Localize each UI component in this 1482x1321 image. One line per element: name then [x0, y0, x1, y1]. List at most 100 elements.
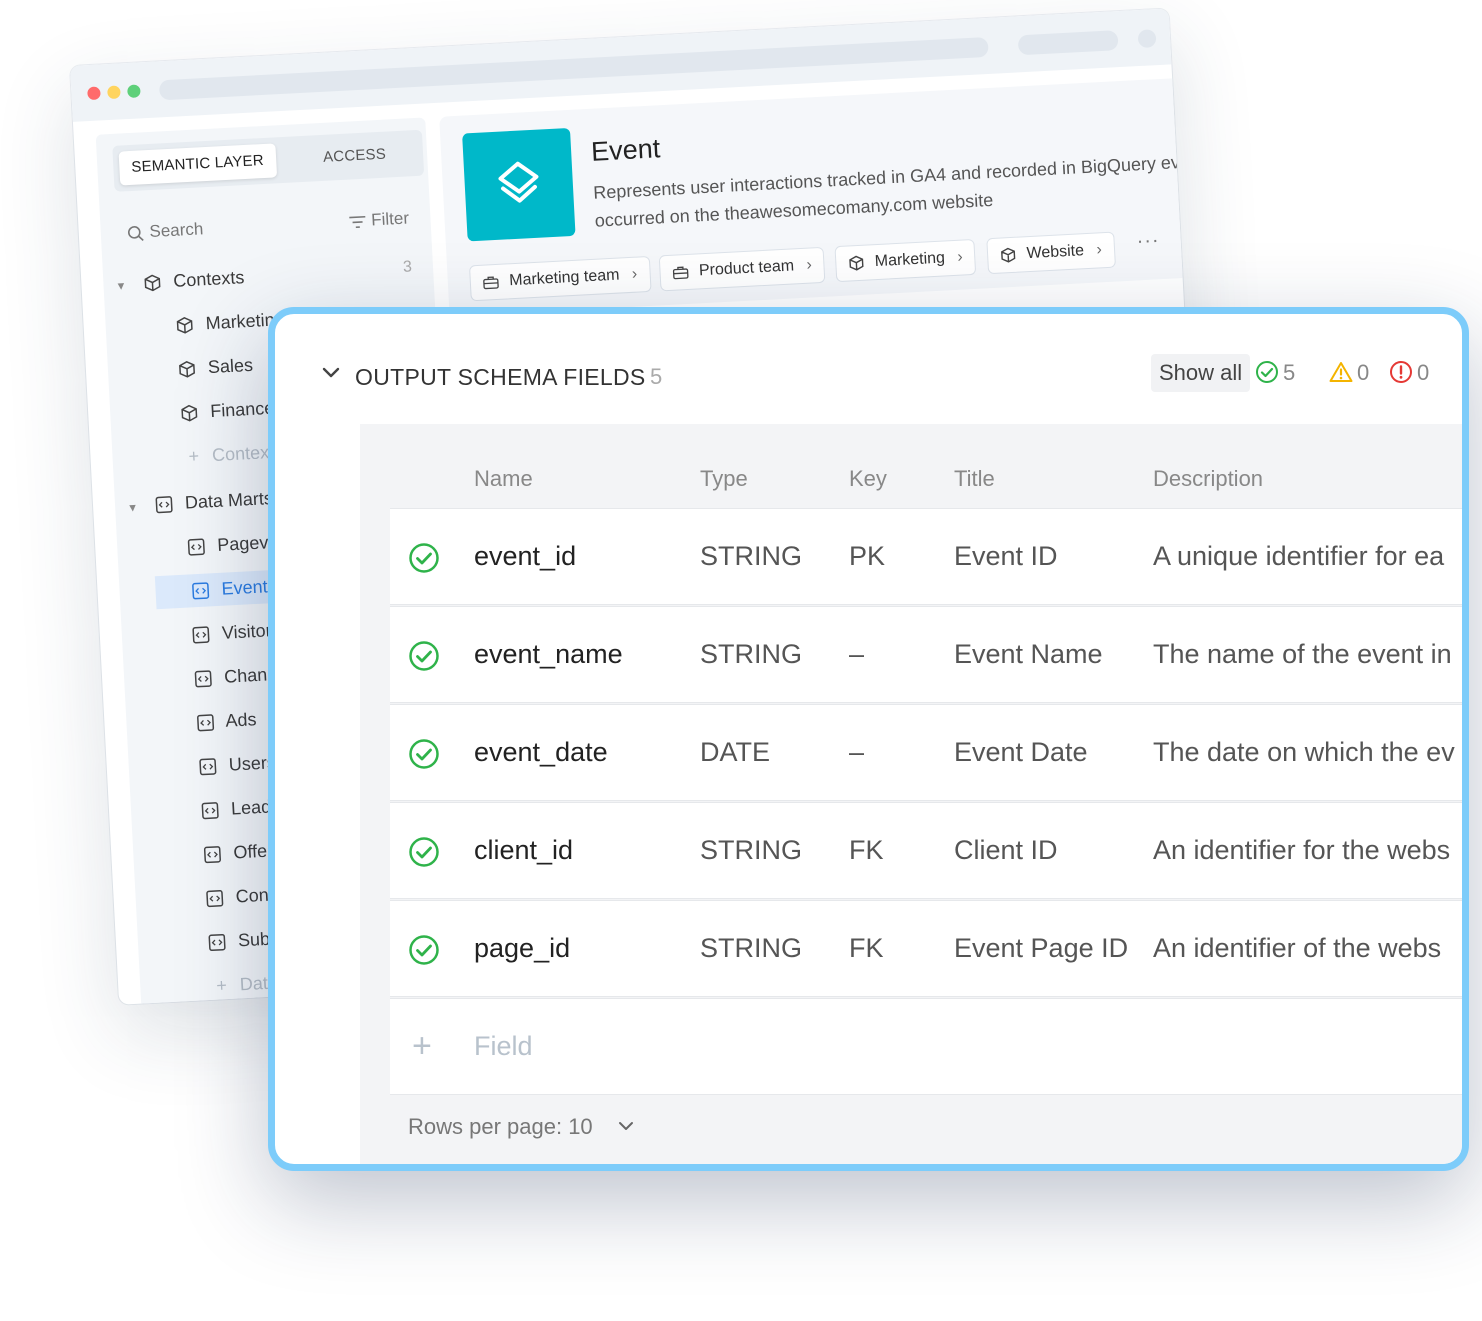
caret-down-icon: ▼	[115, 280, 127, 293]
contexts-count: 3	[402, 258, 413, 276]
tag-label: Marketing team	[508, 266, 620, 290]
ok-count: 5	[1283, 360, 1296, 385]
minimize-window-dot[interactable]	[107, 85, 121, 100]
briefcase-icon	[483, 276, 499, 289]
sidebar-item-label: Con	[235, 884, 270, 907]
maximize-window-dot[interactable]	[127, 84, 141, 99]
column-header-name[interactable]: Name	[474, 466, 533, 492]
warning-count: 0	[1357, 360, 1370, 385]
sidebar-item-sales[interactable]: Sales	[177, 355, 253, 380]
code-box-icon	[192, 626, 210, 644]
field-name[interactable]: event_name	[474, 639, 623, 670]
status-ok-icon	[408, 934, 440, 973]
field-name[interactable]: event_date	[474, 737, 608, 768]
sidebar-item-leads[interactable]: Lead	[201, 797, 272, 822]
code-box-icon	[187, 538, 205, 556]
tree-group-contexts[interactable]: ▼ Contexts	[115, 267, 245, 295]
sidebar-item-ads[interactable]: Ads	[196, 709, 257, 733]
warning-count-filter[interactable]: 0	[1329, 360, 1369, 386]
sidebar-item-label: Lead	[230, 796, 272, 819]
table-row[interactable]: client_id STRING FK Client ID An identif…	[390, 802, 1462, 899]
address-bar[interactable]	[158, 36, 989, 101]
add-context-label: Context	[211, 441, 275, 466]
tag-label: Marketing	[874, 249, 946, 271]
sidebar-item-finance[interactable]: Finance	[180, 398, 275, 424]
entity-header: Event Represents user interactions track…	[439, 78, 1205, 317]
field-key: FK	[849, 933, 884, 963]
sidebar-item-offers[interactable]: Offer	[203, 840, 274, 865]
search-icon	[127, 225, 144, 241]
search-placeholder: Search	[149, 219, 204, 242]
table-row[interactable]: page_id STRING FK Event Page ID An ident…	[390, 900, 1462, 997]
sidebar-item-visitors[interactable]: Visitor	[191, 620, 272, 645]
sidebar-item-pageviews[interactable]: Pagevi	[187, 532, 273, 557]
field-type: STRING	[700, 639, 803, 669]
plus-icon: +	[215, 975, 228, 996]
chevron-down-icon[interactable]	[321, 366, 341, 380]
sidebar-item-subscriptions[interactable]: Sub	[208, 929, 271, 953]
layers-icon	[498, 161, 539, 203]
sidebar-tabs: SEMANTIC LAYER ACCESS	[112, 129, 425, 192]
rows-per-page-select[interactable]: Rows per page: 10	[408, 1114, 635, 1140]
code-box-icon	[199, 758, 217, 776]
sidebar-item-channels[interactable]: Chann	[194, 664, 278, 689]
sidebar-item-label: Sub	[237, 928, 271, 951]
field-description: The date on which the ev	[1153, 737, 1455, 767]
contexts-label: Contexts	[172, 267, 245, 291]
status-ok-icon	[408, 836, 440, 875]
entity-description: Represents user interactions tracked in …	[592, 150, 1206, 231]
field-type: STRING	[700, 933, 803, 963]
chevron-right-icon: ›	[631, 265, 638, 283]
tab-semantic-layer[interactable]: SEMANTIC LAYER	[118, 143, 277, 186]
data-marts-label: Data Marts	[184, 487, 274, 513]
field-title: Event ID	[954, 541, 1058, 571]
field-key: –	[849, 639, 865, 669]
sidebar-search[interactable]: Search	[126, 219, 204, 243]
field-key: PK	[849, 541, 886, 571]
chevron-right-icon: ›	[806, 256, 813, 274]
code-box-icon	[203, 846, 222, 864]
error-count: 0	[1417, 360, 1430, 385]
tag-marketing[interactable]: Marketing ›	[834, 238, 977, 283]
tag-label: Product team	[698, 257, 795, 280]
field-name[interactable]: client_id	[474, 835, 573, 866]
caret-down-icon: ▼	[126, 502, 139, 515]
sidebar-item-conversions[interactable]: Con	[205, 885, 269, 909]
sidebar-item-label: Ads	[224, 709, 258, 731]
close-window-dot[interactable]	[87, 86, 101, 101]
table-row[interactable]: event_date DATE – Event Date The date on…	[390, 704, 1462, 801]
tag-marketing-team[interactable]: Marketing team ›	[468, 255, 652, 302]
toolbar-pill	[1017, 30, 1119, 56]
field-name[interactable]: event_id	[474, 541, 576, 572]
add-data-mart-button[interactable]: + Dat	[216, 973, 269, 997]
add-context-button[interactable]: + Context	[188, 442, 275, 467]
add-field-row[interactable]: + Field	[390, 998, 1462, 1095]
column-header-title[interactable]: Title	[954, 466, 995, 492]
chevron-down-icon	[618, 1122, 633, 1131]
check-circle-icon	[1256, 361, 1278, 384]
tag-website[interactable]: Website ›	[986, 231, 1116, 275]
field-key: FK	[849, 835, 884, 865]
field-name[interactable]: page_id	[474, 933, 570, 964]
field-type: STRING	[700, 835, 803, 865]
column-header-type[interactable]: Type	[700, 466, 748, 492]
column-header-key[interactable]: Key	[849, 466, 887, 492]
section-count: 5	[650, 364, 663, 389]
code-box-icon	[155, 496, 173, 514]
tree-group-data-marts[interactable]: ▼ Data Marts	[127, 488, 274, 517]
error-count-filter[interactable]: 0	[1389, 360, 1429, 386]
table-row[interactable]: event_id STRING PK Event ID A unique ide…	[390, 508, 1462, 605]
entity-title: Event	[590, 133, 661, 167]
tag-product-team[interactable]: Product team ›	[658, 246, 826, 292]
field-description: An identifier of the webs	[1153, 933, 1442, 963]
column-header-description[interactable]: Description	[1153, 466, 1263, 492]
show-all-button[interactable]: Show all	[1151, 354, 1251, 392]
tab-access[interactable]: ACCESS	[310, 137, 399, 176]
warning-icon	[1329, 362, 1353, 383]
more-tags-button[interactable]: ···	[1136, 229, 1160, 253]
code-box-icon	[208, 934, 226, 952]
filter-button[interactable]: Filter	[348, 208, 409, 231]
table-row[interactable]: event_name STRING – Event Name The name …	[390, 606, 1462, 703]
sidebar-item-users[interactable]: Users	[198, 752, 276, 777]
ok-count-filter[interactable]: 5	[1255, 360, 1295, 386]
